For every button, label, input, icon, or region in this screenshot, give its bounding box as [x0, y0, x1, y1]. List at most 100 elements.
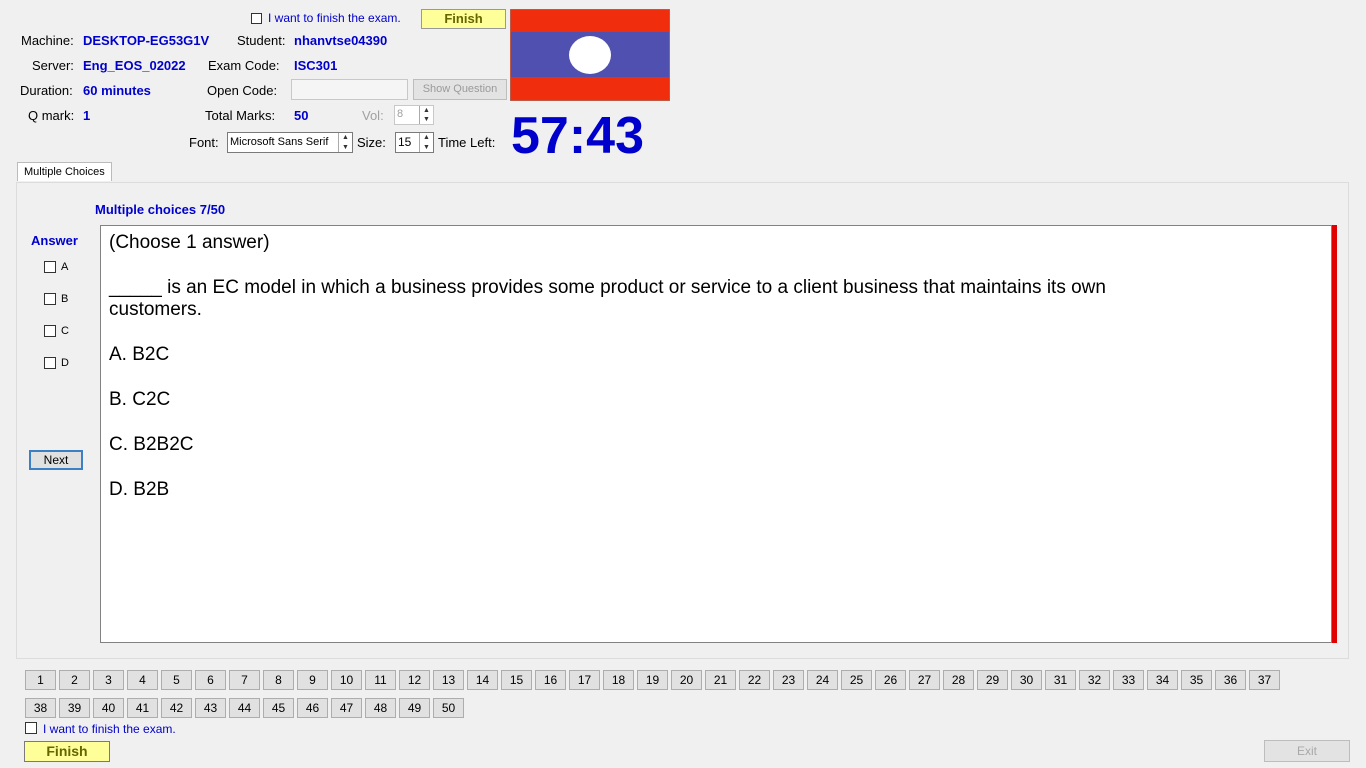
size-up-icon[interactable]: ▲: [420, 133, 433, 143]
finish-button-bottom[interactable]: Finish: [24, 741, 110, 762]
vol-label: Vol:: [362, 108, 384, 123]
server-value: Eng_EOS_02022: [83, 58, 186, 73]
question-number-button[interactable]: 8: [263, 670, 294, 690]
question-number-button[interactable]: 25: [841, 670, 872, 690]
exit-button[interactable]: Exit: [1264, 740, 1350, 762]
server-label: Server:: [32, 58, 74, 73]
question-number-button[interactable]: 18: [603, 670, 634, 690]
question-number-button[interactable]: 41: [127, 698, 158, 718]
question-number-button[interactable]: 2: [59, 670, 90, 690]
question-number-button[interactable]: 36: [1215, 670, 1246, 690]
question-number-button[interactable]: 40: [93, 698, 124, 718]
finish-exam-checkbox-bottom[interactable]: [25, 722, 37, 734]
question-number-button[interactable]: 43: [195, 698, 226, 718]
finish-exam-checkbox[interactable]: [251, 13, 262, 24]
answer-option-b[interactable]: B: [44, 293, 68, 305]
answer-label: Answer: [31, 233, 78, 248]
question-text: _____ is an EC model in which a business…: [109, 277, 1106, 320]
question-number-button[interactable]: 10: [331, 670, 362, 690]
font-up-icon[interactable]: ▲: [339, 133, 352, 143]
vol-down-icon[interactable]: ▼: [420, 115, 433, 124]
question-counter: Multiple choices 7/50: [95, 202, 226, 217]
question-number-button[interactable]: 14: [467, 670, 498, 690]
question-number-button[interactable]: 28: [943, 670, 974, 690]
tab-multiple-choices[interactable]: Multiple Choices: [17, 162, 112, 181]
question-number-button[interactable]: 22: [739, 670, 770, 690]
question-number-button[interactable]: 26: [875, 670, 906, 690]
question-number-button[interactable]: 48: [365, 698, 396, 718]
question-number-button[interactable]: 12: [399, 670, 430, 690]
choice-d-text: D. B2B: [109, 479, 170, 500]
font-down-icon[interactable]: ▼: [339, 143, 352, 153]
answer-d-checkbox[interactable]: [44, 357, 56, 369]
question-number-button[interactable]: 37: [1249, 670, 1280, 690]
question-number-button[interactable]: 19: [637, 670, 668, 690]
vol-up-icon[interactable]: ▲: [420, 106, 433, 115]
question-number-button[interactable]: 46: [297, 698, 328, 718]
qmark-label: Q mark:: [28, 108, 75, 123]
question-number-button[interactable]: 45: [263, 698, 294, 718]
question-number-button[interactable]: 1: [25, 670, 56, 690]
vol-value: 8: [397, 108, 404, 120]
answer-d-label: D: [61, 357, 69, 369]
question-number-button[interactable]: 4: [127, 670, 158, 690]
question-number-button[interactable]: 16: [535, 670, 566, 690]
answer-b-checkbox[interactable]: [44, 293, 56, 305]
question-number-button[interactable]: 32: [1079, 670, 1110, 690]
question-number-button[interactable]: 17: [569, 670, 600, 690]
question-number-button[interactable]: 15: [501, 670, 532, 690]
answer-a-checkbox[interactable]: [44, 261, 56, 273]
question-number-button[interactable]: 5: [161, 670, 192, 690]
open-code-input[interactable]: [291, 79, 408, 100]
question-number-button[interactable]: 7: [229, 670, 260, 690]
duration-value: 60 minutes: [83, 83, 151, 98]
question-number-button[interactable]: 31: [1045, 670, 1076, 690]
question-number-button[interactable]: 47: [331, 698, 362, 718]
font-selector[interactable]: Microsoft Sans Serif ▲ ▼: [227, 132, 353, 153]
machine-label: Machine:: [21, 33, 74, 48]
question-number-button[interactable]: 20: [671, 670, 702, 690]
duration-label: Duration:: [20, 83, 73, 98]
font-value: Microsoft Sans Serif: [230, 136, 329, 148]
question-number-button[interactable]: 30: [1011, 670, 1042, 690]
question-number-button[interactable]: 9: [297, 670, 328, 690]
question-number-button[interactable]: 49: [399, 698, 430, 718]
question-number-button[interactable]: 42: [161, 698, 192, 718]
show-question-button[interactable]: Show Question: [413, 79, 507, 100]
timer: 57:43: [511, 107, 644, 165]
answer-c-checkbox[interactable]: [44, 325, 56, 337]
question-number-button[interactable]: 38: [25, 698, 56, 718]
open-code-label: Open Code:: [207, 83, 278, 98]
question-number-button[interactable]: 34: [1147, 670, 1178, 690]
question-number-button[interactable]: 39: [59, 698, 90, 718]
question-number-button[interactable]: 11: [365, 670, 396, 690]
size-down-icon[interactable]: ▼: [420, 143, 433, 153]
question-number-button[interactable]: 13: [433, 670, 464, 690]
question-number-button[interactable]: 50: [433, 698, 464, 718]
question-number-button[interactable]: 29: [977, 670, 1008, 690]
question-number-button[interactable]: 21: [705, 670, 736, 690]
finish-button-top[interactable]: Finish: [421, 9, 506, 29]
qmark-value: 1: [83, 108, 91, 123]
question-number-button[interactable]: 23: [773, 670, 804, 690]
size-stepper[interactable]: 15 ▲ ▼: [395, 132, 434, 153]
question-number-button[interactable]: 24: [807, 670, 838, 690]
machine-value: DESKTOP-EG53G1V: [83, 33, 210, 48]
choice-a-text: A. B2C: [109, 344, 170, 365]
student-label: Student:: [237, 33, 286, 48]
question-number-button[interactable]: 3: [93, 670, 124, 690]
finish-exam-check-label-bottom: I want to finish the exam.: [43, 722, 176, 736]
answer-option-d[interactable]: D: [44, 357, 69, 369]
answer-option-a[interactable]: A: [44, 261, 68, 273]
question-number-button[interactable]: 27: [909, 670, 940, 690]
laos-flag-image: [510, 9, 670, 101]
answer-option-c[interactable]: C: [44, 325, 69, 337]
vol-stepper[interactable]: 8 ▲ ▼: [394, 105, 434, 125]
finish-exam-check-label: I want to finish the exam.: [268, 11, 401, 25]
question-number-button[interactable]: 6: [195, 670, 226, 690]
question-number-button[interactable]: 44: [229, 698, 260, 718]
next-button[interactable]: Next: [29, 450, 83, 470]
question-number-button[interactable]: 33: [1113, 670, 1144, 690]
question-number-button[interactable]: 35: [1181, 670, 1212, 690]
question-text-area[interactable]: (Choose 1 answer) _____ is an EC model i…: [100, 225, 1332, 643]
